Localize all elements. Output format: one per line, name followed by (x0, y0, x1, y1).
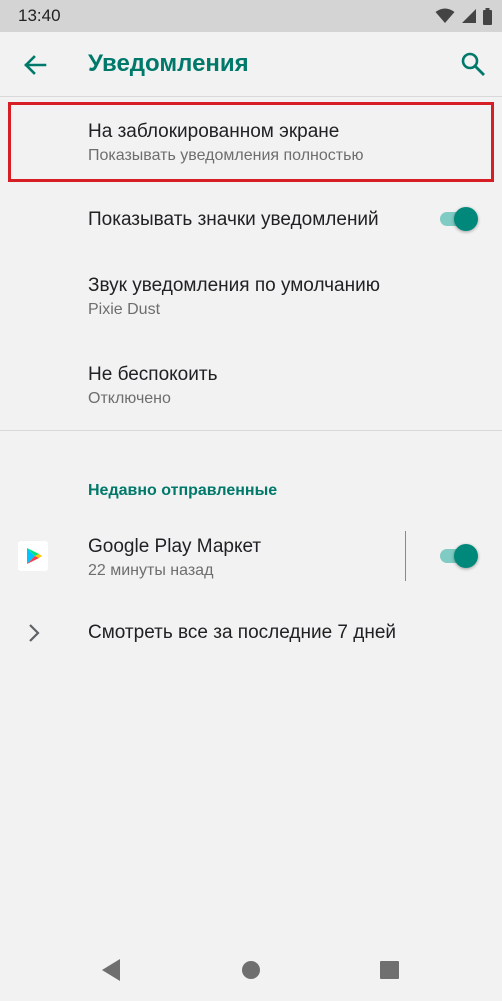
nav-home-icon[interactable] (241, 960, 261, 980)
nav-back-icon[interactable] (101, 958, 121, 982)
recent-app-time: 22 минуты назад (88, 562, 214, 579)
section-divider (0, 430, 502, 431)
toggle-thumb (454, 207, 478, 231)
see-all-row[interactable]: Смотреть все за последние 7 дней (0, 600, 502, 668)
do-not-disturb-title: Не беспокоить (88, 364, 218, 385)
show-badges-title: Показывать значки уведомлений (88, 209, 379, 230)
app-bar: Уведомления (0, 32, 502, 96)
status-bar: 13:40 (0, 0, 502, 32)
do-not-disturb-summary: Отключено (88, 390, 171, 407)
status-time: 13:40 (18, 6, 61, 25)
show-badges-toggle[interactable] (438, 205, 478, 233)
battery-icon (483, 7, 492, 25)
default-sound-summary: Pixie Dust (88, 301, 161, 318)
highlight-box (8, 102, 494, 182)
recent-section-header: Недавно отправленные (88, 482, 278, 499)
recent-app-row[interactable]: Google Play Маркет 22 минуты назад (0, 520, 502, 592)
wifi-icon (435, 8, 455, 23)
vertical-separator (405, 531, 406, 581)
google-play-icon (18, 541, 48, 571)
search-icon[interactable] (458, 49, 488, 79)
page-title: Уведомления (88, 50, 249, 77)
signal-icon (462, 9, 476, 23)
default-sound-title: Звук уведомления по умолчанию (88, 275, 380, 296)
arrow-back-icon[interactable] (20, 50, 50, 80)
nav-recents-icon[interactable] (380, 961, 399, 979)
default-sound-setting[interactable]: Звук уведомления по умолчанию Pixie Dust (0, 253, 502, 341)
recent-app-toggle[interactable] (438, 542, 478, 570)
show-badges-setting[interactable]: Показывать значки уведомлений (0, 186, 502, 252)
chevron-right-icon (29, 624, 40, 642)
toggle-thumb (454, 544, 478, 568)
recent-app-name: Google Play Маркет (88, 536, 262, 557)
do-not-disturb-setting[interactable]: Не беспокоить Отключено (0, 342, 502, 430)
see-all-label: Смотреть все за последние 7 дней (88, 622, 397, 643)
status-icons (435, 7, 492, 25)
